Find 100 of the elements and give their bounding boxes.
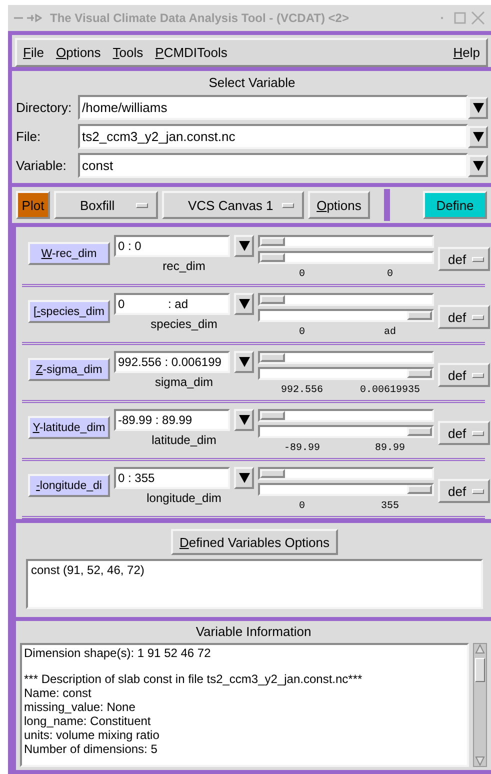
range-value: ad: [382, 327, 397, 338]
input-field[interactable]: 0 : 355: [114, 467, 230, 489]
slider-thumb[interactable]: [407, 427, 432, 436]
dropdown-button[interactable]: [468, 126, 488, 148]
menu-item[interactable]: PCMDITools: [155, 45, 228, 60]
slider-thumb[interactable]: [260, 295, 285, 304]
input-field[interactable]: 0 : ad: [114, 293, 230, 315]
options-button[interactable]: Options: [308, 191, 370, 219]
scroll-up-icon[interactable]: [475, 644, 485, 654]
menu-item[interactable]: File: [23, 45, 44, 60]
scroll-down-icon[interactable]: [475, 756, 485, 766]
range-value: 89.99: [374, 443, 406, 454]
def-menu[interactable]: def: [438, 479, 490, 503]
defined-variables-options-button[interactable]: Defined Variables Options: [171, 529, 338, 555]
slider-track[interactable]: [258, 235, 434, 248]
field-label: Directory:: [16, 100, 73, 115]
info-line: long_name: Constituent: [24, 714, 152, 728]
plot-button[interactable]: Plot: [16, 191, 50, 219]
info-line: Name: const: [24, 686, 92, 700]
dimension-button[interactable]: [-species_dim: [28, 300, 110, 323]
window-title: The Visual Climate Data Analysis Tool - (VCDAT) <2>: [50, 11, 350, 25]
slider-track[interactable]: [258, 309, 434, 322]
slider-thumb[interactable]: [407, 485, 432, 494]
def-menu[interactable]: def: [438, 247, 490, 271]
define-button[interactable]: Define: [423, 191, 487, 219]
def-menu[interactable]: def: [438, 363, 490, 387]
dropdown-button[interactable]: [234, 293, 254, 315]
dimension-name: longitude_dim: [146, 491, 222, 505]
variable-list-item[interactable]: const (91, 52, 46, 72): [31, 563, 478, 577]
range-value: -89.99: [282, 443, 321, 454]
field-label: File:: [16, 129, 42, 144]
input-field[interactable]: const: [78, 153, 468, 178]
dimension-name: sigma_dim: [154, 375, 214, 389]
menu-indicator-icon: [472, 430, 484, 436]
slider-thumb[interactable]: [260, 253, 285, 262]
menu-indicator-icon: [136, 202, 148, 208]
input-field[interactable]: -89.99 : 89.99: [114, 409, 230, 431]
input-field[interactable]: 0 : 0: [114, 235, 230, 257]
scrollbar-thumb[interactable]: [475, 658, 485, 682]
graphics-method-menu[interactable]: Boxfill: [54, 191, 158, 219]
slider-track[interactable]: [258, 351, 434, 364]
slider-track[interactable]: [258, 467, 434, 480]
slider-thumb[interactable]: [260, 237, 285, 246]
section-title: Variable Information: [194, 623, 312, 641]
dimension-name: rec_dim: [162, 259, 206, 273]
caret-icon: [472, 132, 484, 142]
slider-thumb[interactable]: [407, 369, 432, 378]
toolbar-separator: [384, 189, 390, 221]
input-field[interactable]: ts2_ccm3_y2_jan.const.nc: [78, 124, 468, 149]
caret-icon: [238, 299, 250, 309]
menu-indicator-icon: [472, 314, 484, 320]
caret-icon: [238, 473, 250, 483]
slider-track[interactable]: [258, 425, 434, 438]
slider-track[interactable]: [258, 367, 434, 380]
canvas-menu[interactable]: VCS Canvas 1: [162, 191, 304, 219]
dimension-button[interactable]: W-rec_dim: [28, 242, 110, 265]
range-value: 992.556: [280, 385, 324, 396]
dimension-button[interactable]: -longitude_di: [28, 474, 110, 497]
def-menu[interactable]: def: [438, 421, 490, 445]
input-field[interactable]: 992.556 : 0.006199: [114, 351, 230, 373]
dropdown-button[interactable]: [234, 351, 254, 373]
dropdown-button[interactable]: [234, 235, 254, 257]
scrollbar[interactable]: [473, 643, 487, 767]
range-value: 0: [298, 501, 306, 512]
menu-item[interactable]: Help: [453, 45, 480, 60]
dropdown-button[interactable]: [234, 467, 254, 489]
dropdown-button[interactable]: [468, 96, 488, 118]
info-line: *** Description of slab const in file ts2_ccm3_y2_jan.const.nc***: [24, 672, 364, 686]
caret-icon: [238, 415, 250, 425]
caret-icon: [472, 102, 484, 112]
menu-indicator-icon: [472, 256, 484, 262]
menu-item[interactable]: Options: [56, 45, 101, 60]
field-label: Variable:: [16, 158, 68, 173]
dimension-button[interactable]: Z-sigma_dim: [28, 358, 110, 381]
caret-icon: [238, 357, 250, 367]
dropdown-button[interactable]: [234, 409, 254, 431]
range-value: 0: [298, 269, 306, 280]
slider-thumb[interactable]: [260, 411, 285, 420]
section-title: Select Variable: [208, 74, 296, 92]
caret-icon: [238, 241, 250, 251]
caret-icon: [472, 160, 484, 170]
info-line: units: volume mixing ratio: [24, 728, 160, 742]
slider-thumb[interactable]: [407, 311, 432, 320]
slider-thumb[interactable]: [260, 353, 285, 362]
slider-thumb[interactable]: [260, 469, 285, 478]
slider-track[interactable]: [258, 293, 434, 306]
dimension-button[interactable]: Y-latitude_dim: [28, 416, 110, 439]
slider-track[interactable]: [258, 409, 434, 422]
range-value: 0: [298, 327, 306, 338]
slider-track[interactable]: [258, 251, 434, 264]
menu-item[interactable]: Tools: [112, 45, 144, 60]
slider-track[interactable]: [258, 483, 434, 496]
range-value: 0: [386, 269, 394, 280]
window-controls-icon[interactable]: [14, 13, 42, 23]
info-line: missing_value: None: [24, 700, 136, 714]
dropdown-button[interactable]: [468, 154, 488, 176]
dimension-name: latitude_dim: [152, 433, 216, 447]
input-field[interactable]: /home/williams: [78, 95, 468, 120]
def-menu[interactable]: def: [438, 305, 490, 329]
menu-indicator-icon: [472, 372, 484, 378]
